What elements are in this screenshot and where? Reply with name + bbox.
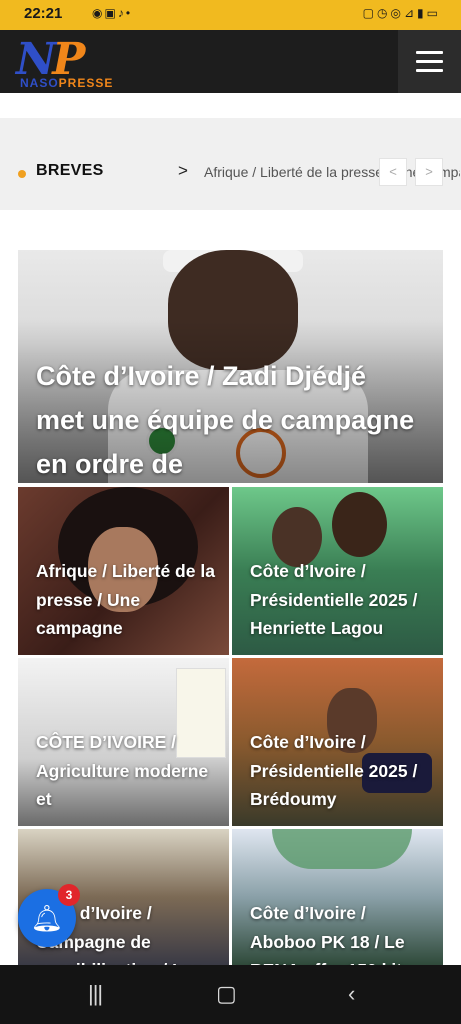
ticker-next-button[interactable]: > [415, 158, 443, 186]
chevron-right-icon: > [178, 161, 188, 180]
signal-4g-icon: ⊿ [403, 6, 418, 20]
breves-title: BREVES [36, 162, 104, 179]
lock-icon: ▢ [362, 6, 378, 20]
notification-bell-button[interactable]: 🔔︎ 3 [18, 884, 80, 947]
live-dot-icon [18, 170, 26, 178]
hero-article-title[interactable]: Côte d’Ivoire / Zadi Djédjé met une équi… [36, 354, 416, 483]
site-header: NP NASOPRESSE [0, 30, 461, 93]
article-card[interactable]: CÔTE D’IVOIRE / Agriculture moderne et [18, 658, 229, 826]
article-card[interactable]: Côte d’Ivoire / Aboboo PK 18 / Le RENA o… [232, 829, 443, 965]
status-time: 22:21 [24, 5, 63, 22]
alarm-icon: ◷ [377, 6, 391, 20]
notification-count-badge: 3 [58, 884, 80, 906]
signal-icon: ▮ [417, 6, 427, 20]
dot-icon: • [125, 6, 133, 20]
bell-icon: 🔔︎ [30, 903, 64, 933]
article-title[interactable]: CÔTE D’IVOIRE / Agriculture moderne et [36, 728, 216, 814]
article-card[interactable]: Côte d’Ivoire / Présidentielle 2025 / Br… [232, 658, 443, 826]
breves-ticker: BREVES > Afrique / Liberté de la presse … [0, 118, 461, 210]
article-card[interactable]: Afrique / Liberté de la presse / Une cam… [18, 487, 229, 655]
news-icon: ▣ [104, 6, 118, 20]
site-logo[interactable]: NP NASOPRESSE [14, 34, 144, 90]
recent-apps-icon[interactable]: ||| [88, 981, 103, 1007]
logo-brand: NASOPRESSE [20, 76, 114, 90]
back-icon[interactable]: ‹ [348, 981, 355, 1007]
android-nav-bar: ||| ▢ ‹ [0, 965, 461, 1024]
ticker-prev-button[interactable]: < [379, 158, 407, 186]
battery-icon: ▭ [426, 6, 441, 20]
home-icon[interactable]: ▢ [216, 981, 237, 1007]
article-title[interactable]: Côte d’Ivoire / Présidentielle 2025 / He… [250, 557, 430, 643]
article-card[interactable]: Côte d’Ivoire / Présidentielle 2025 / He… [232, 487, 443, 655]
menu-button[interactable] [398, 30, 461, 93]
hamburger-icon [416, 51, 443, 54]
messenger-icon: ◉ [92, 6, 105, 20]
status-bar: 22:21 ◉▣♪• ▢◷◎⊿▮▭ [0, 0, 461, 30]
article-title[interactable]: Afrique / Liberté de la presse / Une cam… [36, 557, 216, 643]
hotspot-icon: ◎ [390, 6, 404, 20]
article-title[interactable]: Côte d’Ivoire / Aboboo PK 18 / Le RENA o… [250, 899, 430, 965]
notification-icons: ◉▣♪• [92, 6, 132, 20]
system-icons: ▢◷◎⊿▮▭ [363, 6, 441, 20]
tiktok-icon: ♪ [117, 6, 126, 20]
hero-article[interactable]: Côte d’Ivoire / Zadi Djédjé met une équi… [18, 250, 443, 483]
article-title[interactable]: Côte d’Ivoire / Présidentielle 2025 / Br… [250, 728, 430, 814]
